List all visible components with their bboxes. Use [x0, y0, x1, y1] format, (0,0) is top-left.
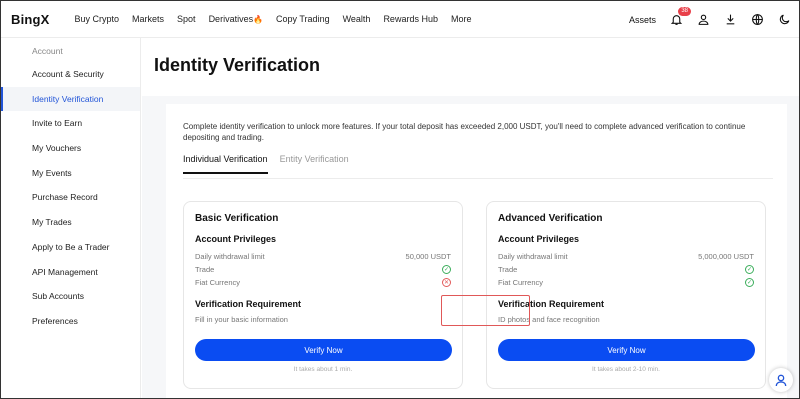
check-icon: ✓ — [442, 265, 451, 274]
basic-trade-row: Trade ✓ — [195, 265, 451, 274]
verification-tabs: Individual Verification Entity Verificat… — [183, 154, 349, 174]
basic-privileges-title: Account Privileges — [195, 234, 277, 244]
nav-copy-trading[interactable]: Copy Trading — [270, 14, 337, 24]
basic-req-text: Fill in your basic information — [195, 315, 288, 324]
advanced-withdrawal-row: Daily withdrawal limit 5,000,000 USDT — [498, 252, 754, 261]
nav-derivatives-label: Derivatives — [208, 14, 254, 24]
main-content: Identity Verification Complete identity … — [142, 38, 799, 398]
tab-individual-verification[interactable]: Individual Verification — [183, 154, 268, 174]
basic-trade-label: Trade — [195, 265, 215, 274]
download-icon[interactable] — [723, 13, 737, 27]
sidebar-item-my-events[interactable]: My Events — [1, 161, 140, 186]
nav-derivatives[interactable]: Derivatives🔥 — [202, 14, 269, 24]
sidebar-item-identity-verification[interactable]: Identity Verification — [1, 86, 140, 112]
header-right: Assets 38 — [629, 1, 791, 38]
support-chat-icon[interactable] — [769, 368, 793, 392]
basic-takes-text: It takes about 1 min. — [293, 366, 353, 373]
notification-badge: 38 — [678, 6, 691, 16]
tab-entity-verification[interactable]: Entity Verification — [280, 154, 349, 174]
nav-wealth[interactable]: Wealth — [336, 14, 377, 24]
app-window: BingX Buy Crypto Markets Spot Derivative… — [0, 0, 800, 399]
basic-withdrawal-value: 50,000 USDT — [405, 252, 451, 261]
highlight-box — [441, 295, 530, 326]
advanced-withdrawal-value: 5,000,000 USDT — [698, 252, 754, 261]
basic-withdrawal-row: Daily withdrawal limit 50,000 USDT — [195, 252, 451, 261]
advanced-fiat-label: Fiat Currency — [498, 278, 544, 287]
sidebar-item-my-trades[interactable]: My Trades — [1, 210, 140, 235]
sidebar-item-apply-trader[interactable]: Apply to Be a Trader — [1, 235, 140, 260]
verification-panel: Complete identity verification to unlock… — [166, 104, 787, 398]
nav-rewards-hub[interactable]: Rewards Hub — [377, 14, 445, 24]
globe-icon[interactable] — [750, 13, 764, 27]
advanced-takes-text: It takes about 2-10 min. — [592, 366, 660, 373]
nav-buy-crypto[interactable]: Buy Crypto — [68, 14, 126, 24]
title-bar: Identity Verification — [142, 38, 799, 96]
advanced-fiat-row: Fiat Currency ✓ — [498, 278, 754, 287]
nav-markets[interactable]: Markets — [126, 14, 171, 24]
tab-divider — [183, 178, 773, 179]
bingx-logo[interactable]: BingX — [11, 12, 68, 27]
advanced-trade-label: Trade — [498, 265, 518, 274]
account-sidebar: Account Account & Security Identity Veri… — [1, 38, 141, 398]
sidebar-item-account-security[interactable]: Account & Security — [1, 62, 140, 87]
sidebar-item-purchase-record[interactable]: Purchase Record — [1, 185, 140, 210]
basic-card-title: Basic Verification — [195, 213, 279, 224]
assets-link[interactable]: Assets — [629, 15, 656, 25]
advanced-verify-now-button[interactable]: Verify Now — [498, 339, 755, 361]
page-title: Identity Verification — [154, 55, 321, 75]
basic-withdrawal-label: Daily withdrawal limit — [195, 252, 265, 261]
sidebar-heading: Account — [32, 46, 63, 56]
dark-mode-icon[interactable] — [777, 13, 791, 27]
basic-verify-now-button[interactable]: Verify Now — [195, 339, 452, 361]
basic-fiat-label: Fiat Currency — [195, 278, 241, 287]
basic-req-title: Verification Requirement — [195, 299, 302, 309]
top-navigation: BingX Buy Crypto Markets Spot Derivative… — [1, 1, 799, 38]
deposit-notice: Complete identity verification to unlock… — [183, 122, 746, 142]
cross-icon: ✕ — [442, 278, 451, 287]
sidebar-item-sub-accounts[interactable]: Sub Accounts — [1, 284, 140, 309]
advanced-privileges-title: Account Privileges — [498, 234, 580, 244]
check-icon: ✓ — [745, 265, 754, 274]
advanced-trade-row: Trade ✓ — [498, 265, 754, 274]
advanced-card-title: Advanced Verification — [498, 213, 603, 224]
check-icon: ✓ — [745, 278, 754, 287]
basic-fiat-row: Fiat Currency ✕ — [195, 278, 451, 287]
main-nav: Buy Crypto Markets Spot Derivatives🔥 Cop… — [68, 14, 478, 24]
sidebar-item-preferences[interactable]: Preferences — [1, 309, 140, 334]
fire-icon: 🔥 — [253, 15, 264, 24]
basic-verification-card: Basic Verification Account Privileges Da… — [183, 201, 463, 389]
sidebar-item-my-vouchers[interactable]: My Vouchers — [1, 136, 140, 161]
bell-icon[interactable]: 38 — [669, 6, 691, 27]
sidebar-item-invite-to-earn[interactable]: Invite to Earn — [1, 111, 140, 136]
advanced-withdrawal-label: Daily withdrawal limit — [498, 252, 568, 261]
nav-spot[interactable]: Spot — [171, 14, 203, 24]
sidebar-item-api-management[interactable]: API Management — [1, 260, 140, 285]
user-icon[interactable] — [696, 13, 710, 27]
nav-more[interactable]: More — [444, 14, 478, 24]
